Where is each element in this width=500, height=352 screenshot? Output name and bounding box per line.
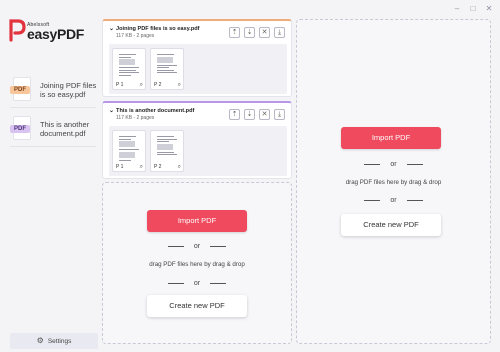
document-column: ⌄ Joining PDF files is so easy.pdf 117 KB… bbox=[102, 19, 292, 344]
gear-icon: ⚙ bbox=[36, 336, 44, 345]
or-separator: or bbox=[297, 195, 490, 205]
sidebar-document-2[interactable]: PDF This is another document.pdf bbox=[10, 114, 98, 144]
pdf-file-icon: PDF bbox=[10, 77, 34, 103]
document-meta: 117 KB - 2 pages bbox=[116, 115, 155, 121]
page-thumbnail[interactable]: P 2 ⌕ bbox=[150, 48, 184, 90]
drop-zone-right[interactable]: Import PDF or drag PDF files here by dra… bbox=[296, 19, 491, 344]
or-separator: or bbox=[103, 278, 291, 288]
document-card: ⌄ Joining PDF files is so easy.pdf 117 KB… bbox=[102, 19, 292, 97]
move-down-icon[interactable]: ⇣ bbox=[244, 27, 255, 38]
close-icon[interactable]: ✕ bbox=[484, 5, 494, 13]
move-up-icon[interactable]: ⇡ bbox=[229, 27, 240, 38]
sidebar-divider bbox=[10, 107, 96, 108]
page-thumbnail[interactable]: P 2 ⌕ bbox=[150, 130, 184, 172]
page-thumbnail[interactable]: P 1 ⌕ bbox=[112, 48, 146, 90]
or-separator: or bbox=[297, 159, 490, 169]
move-up-icon[interactable]: ⇡ bbox=[229, 109, 240, 120]
import-pdf-button[interactable]: Import PDF bbox=[341, 127, 441, 149]
remove-icon[interactable]: ✕ bbox=[259, 109, 270, 120]
minimize-icon[interactable]: – bbox=[452, 5, 462, 13]
zoom-icon[interactable]: ⌕ bbox=[140, 82, 143, 88]
sidebar-document-label: This is another document.pdf bbox=[40, 120, 90, 138]
document-title[interactable]: ⌄ Joining PDF files is so easy.pdf bbox=[109, 25, 200, 32]
drag-drop-hint: drag PDF files here by drag & drop bbox=[345, 179, 442, 186]
remove-icon[interactable]: ✕ bbox=[259, 27, 270, 38]
import-pdf-button[interactable]: Import PDF bbox=[147, 210, 247, 232]
download-icon[interactable]: ⤓ bbox=[274, 109, 285, 120]
sidebar: Abelssoft easyPDF PDF Joining PDF files … bbox=[0, 0, 100, 352]
or-separator: or bbox=[103, 241, 291, 251]
document-actions: ⇡ ⇣ ✕ ⤓ bbox=[229, 109, 285, 120]
create-new-pdf-button[interactable]: Create new PDF bbox=[341, 214, 441, 236]
app-logo: Abelssoft easyPDF bbox=[8, 18, 92, 44]
pdf-file-icon: PDF bbox=[10, 116, 34, 142]
document-meta: 117 KB - 2 pages bbox=[116, 33, 155, 39]
move-down-icon[interactable]: ⇣ bbox=[244, 109, 255, 120]
page-label: P 1 bbox=[116, 164, 124, 170]
page-strip: P 1 ⌕ P 2 ⌕ bbox=[109, 44, 287, 94]
zoom-icon[interactable]: ⌕ bbox=[140, 164, 143, 170]
page-label: P 2 bbox=[154, 164, 162, 170]
document-title[interactable]: ⌄ This is another document.pdf bbox=[109, 107, 194, 114]
chevron-down-icon[interactable]: ⌄ bbox=[109, 26, 114, 32]
window-controls: – □ ✕ bbox=[452, 5, 494, 13]
settings-button[interactable]: ⚙ Settings bbox=[10, 333, 98, 349]
maximize-icon[interactable]: □ bbox=[468, 5, 478, 13]
page-label: P 2 bbox=[154, 82, 162, 88]
drag-drop-hint: drag PDF files here by drag & drop bbox=[149, 261, 245, 268]
brand-name: easyPDF bbox=[27, 26, 85, 42]
page-strip: P 1 ⌕ P 2 ⌕ bbox=[109, 126, 287, 176]
abelssoft-logo-icon bbox=[9, 19, 26, 42]
pdf-tag: PDF bbox=[10, 125, 30, 133]
app-window: – □ ✕ Abelssoft easyPDF PDF Joining PDF … bbox=[0, 0, 500, 352]
document-card: ⌄ This is another document.pdf 117 KB - 2… bbox=[102, 101, 292, 179]
settings-label: Settings bbox=[47, 337, 72, 345]
sidebar-document-1[interactable]: PDF Joining PDF files is so easy.pdf bbox=[10, 75, 98, 105]
drop-zone-left[interactable]: Import PDF or drag PDF files here by dra… bbox=[102, 182, 292, 344]
download-icon[interactable]: ⤓ bbox=[274, 27, 285, 38]
page-label: P 1 bbox=[116, 82, 124, 88]
sidebar-divider bbox=[10, 146, 96, 147]
document-actions: ⇡ ⇣ ✕ ⤓ bbox=[229, 27, 285, 38]
create-new-pdf-button[interactable]: Create new PDF bbox=[147, 295, 247, 317]
chevron-down-icon[interactable]: ⌄ bbox=[109, 108, 114, 114]
page-thumbnail[interactable]: P 1 ⌕ bbox=[112, 130, 146, 172]
zoom-icon[interactable]: ⌕ bbox=[178, 82, 181, 88]
zoom-icon[interactable]: ⌕ bbox=[178, 164, 181, 170]
pdf-tag: PDF bbox=[10, 86, 30, 94]
sidebar-document-label: Joining PDF files is so easy.pdf bbox=[40, 81, 97, 99]
